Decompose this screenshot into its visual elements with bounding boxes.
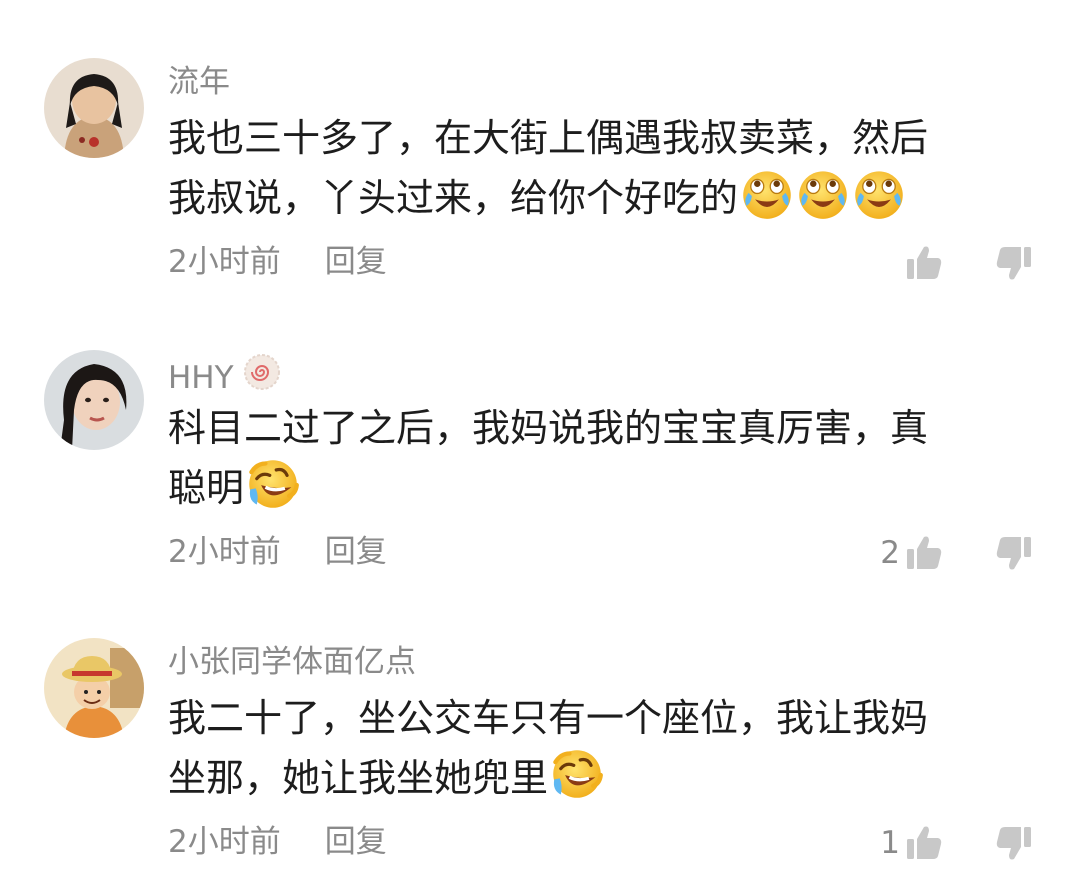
timestamp: 2小时前 [168, 824, 281, 860]
username[interactable]: HHY [168, 352, 282, 398]
swirl-badge-icon [243, 354, 280, 390]
thumb-down-icon[interactable] [994, 243, 1034, 283]
comment-text: 我二十了，坐公交车只有一个座位，我让我妈 坐那，她让我坐她兜里 [168, 690, 1018, 804]
rofl-emoji [550, 747, 604, 801]
like-count: 1 [880, 825, 900, 861]
comment-text: 科目二过了之后，我妈说我的宝宝真厉害，真 聪明 [168, 400, 1018, 514]
thumb-up-icon[interactable] [904, 823, 944, 863]
comment-line: 我也三十多了，在大街上偶遇我叔卖菜，然后 [168, 116, 929, 160]
laugh-cry-emoji [740, 167, 794, 221]
username-text: HHY [168, 360, 234, 396]
thumb-up-icon[interactable] [904, 243, 944, 283]
avatar[interactable] [44, 350, 144, 450]
avatar[interactable] [44, 58, 144, 158]
comment-line-text: 我叔说，丫头过来，给你个好吃的 [168, 176, 739, 220]
comment-line-with-emoji: 我叔说，丫头过来，给你个好吃的 [168, 167, 1018, 224]
comment-line-with-emoji: 聪明 [168, 457, 1018, 514]
thumb-up-icon[interactable] [904, 533, 944, 573]
like-count: 2 [880, 535, 900, 571]
laugh-cry-emoji [852, 167, 906, 221]
like-button[interactable]: 2 [880, 533, 944, 573]
rofl-emoji [246, 457, 300, 511]
username[interactable]: 流年 [168, 62, 230, 102]
thumb-down-icon[interactable] [994, 533, 1034, 573]
comment-meta: 2小时前 回复 [168, 242, 387, 282]
comment-actions: 2 [880, 533, 1034, 573]
avatar[interactable] [44, 638, 144, 738]
comment-line-text: 坐那，她让我坐她兜里 [168, 756, 549, 800]
comment-meta: 2小时前 回复 [168, 532, 387, 572]
reply-button[interactable]: 回复 [325, 244, 387, 280]
comment-line: 科目二过了之后，我妈说我的宝宝真厉害，真 [168, 406, 929, 450]
comment-line: 我二十了，坐公交车只有一个座位，我让我妈 [168, 696, 929, 740]
comment-actions: 1 [880, 823, 1034, 863]
comment-line-text: 聪明 [168, 466, 245, 510]
comment-line-with-emoji: 坐那，她让我坐她兜里 [168, 747, 1018, 804]
timestamp: 2小时前 [168, 244, 281, 280]
laugh-cry-emoji [796, 167, 850, 221]
timestamp: 2小时前 [168, 534, 281, 570]
comment-meta: 2小时前 回复 [168, 822, 387, 862]
like-button[interactable]: 1 [880, 823, 944, 863]
reply-button[interactable]: 回复 [325, 534, 387, 570]
reply-button[interactable]: 回复 [325, 824, 387, 860]
like-button[interactable] [900, 243, 944, 283]
comment-text: 我也三十多了，在大街上偶遇我叔卖菜，然后 我叔说，丫头过来，给你个好吃的 [168, 110, 1018, 224]
comment-actions [900, 243, 1034, 283]
thumb-down-icon[interactable] [994, 823, 1034, 863]
username[interactable]: 小张同学体面亿点 [168, 642, 416, 682]
